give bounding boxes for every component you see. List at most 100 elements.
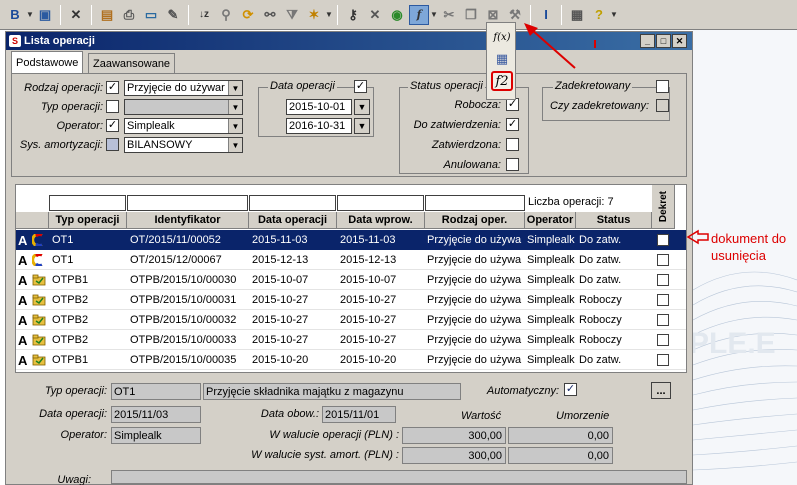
table-row[interactable]: A OT1 OT/2015/11/00052 2015-11-03 2015-11-03… (16, 230, 686, 250)
table-row[interactable]: A OTPB2 OTPB/2015/10/00033 2015-10-27 2015-1… (16, 330, 686, 350)
close-icon[interactable]: ✕ (365, 5, 385, 25)
cell-data-op: 2015-10-20 (252, 354, 309, 366)
chevron-down-icon[interactable]: ▼ (325, 10, 333, 19)
toolbar-separator (561, 4, 562, 25)
czy-zadekretowany-checkbox[interactable] (656, 99, 669, 112)
date-to-input[interactable]: 2016-10-31 (286, 118, 352, 134)
cut-icon[interactable]: ✂ (439, 5, 459, 25)
dekret-checkbox[interactable] (657, 294, 669, 306)
grid-icon[interactable]: ▦ (567, 5, 587, 25)
date-to-picker[interactable]: ▼ (354, 118, 370, 134)
tab-podstawowe[interactable]: Podstawowe (11, 51, 84, 73)
delete-icon[interactable]: ✕ (66, 5, 86, 25)
rodzaj-select[interactable]: Przyjęcie do używar ▼ (124, 80, 243, 96)
date-from-input[interactable]: 2015-10-01 (286, 99, 352, 115)
zadekretowany-checkbox[interactable] (656, 80, 669, 93)
cell-id: OT/2015/11/00052 (130, 234, 221, 246)
zadekretowany-title: Zadekretowany (553, 80, 633, 92)
close-button[interactable]: ✕ (672, 34, 687, 48)
refresh-icon[interactable]: ⟳ (238, 5, 258, 25)
rodzaj-checkbox[interactable]: ✓ (106, 81, 119, 94)
cell-data-wpr: 2015-10-27 (340, 334, 397, 346)
key-icon[interactable]: ⚷ (343, 5, 363, 25)
cell-id: OTPB/2015/10/00035 (130, 354, 237, 366)
filter-typ-input[interactable] (49, 195, 126, 211)
annotation-text-line2: usunięcia (711, 248, 766, 263)
typ-checkbox[interactable] (106, 100, 119, 113)
data-operacji-checkbox[interactable]: ✓ (354, 80, 367, 93)
chevron-down-icon[interactable]: ▼ (610, 10, 618, 19)
automatyczny-checkbox[interactable]: ✓ (564, 383, 577, 396)
header-operator[interactable]: Operator (525, 212, 576, 229)
filter-rodzaj-input[interactable] (425, 195, 525, 211)
operator-checkbox[interactable]: ✓ (106, 119, 119, 132)
anulowana-checkbox[interactable] (506, 158, 519, 171)
uwagi-field[interactable] (111, 470, 687, 484)
cell-rodzaj: Przyjęcie do używa (427, 354, 522, 366)
function-fx-item[interactable]: f(x) (491, 27, 513, 47)
dekret-checkbox[interactable] (657, 254, 669, 266)
header-typ[interactable]: Typ operacji (49, 212, 127, 229)
zatwierdzona-checkbox[interactable] (506, 138, 519, 151)
typ-select[interactable]: ▼ (124, 99, 243, 115)
minimize-button[interactable]: _ (640, 34, 655, 48)
document-icon[interactable]: ▤ (97, 5, 117, 25)
dekret-checkbox[interactable] (657, 354, 669, 366)
dekret-checkbox[interactable] (657, 234, 669, 246)
header-status[interactable]: Status (576, 212, 652, 229)
sys-value: BILANSOWY (127, 139, 193, 151)
export-icon[interactable]: ▭ (141, 5, 161, 25)
new-icon[interactable]: ✶ (304, 5, 324, 25)
more-button[interactable]: ... (651, 382, 671, 399)
cell-operator: Simplealk (527, 294, 575, 306)
dekret-checkbox[interactable] (657, 314, 669, 326)
operation-folder-icon (32, 294, 46, 306)
sort-icon[interactable]: ↓z (194, 5, 214, 25)
pin-icon[interactable]: ⚲ (216, 5, 236, 25)
function-f2-item[interactable]: f2 (491, 71, 513, 91)
header-id[interactable]: Identyfikator (127, 212, 249, 229)
table-row[interactable]: A OTPB2 OTPB/2015/10/00032 2015-10-27 2015-1… (16, 310, 686, 330)
chevron-down-icon[interactable]: ▼ (26, 10, 34, 19)
dekret-checkbox[interactable] (657, 334, 669, 346)
typ-label: Typ operacji: (40, 101, 103, 113)
toolbar-separator (188, 4, 189, 25)
operator-select[interactable]: Simplealk ▼ (124, 118, 243, 134)
header-data-op[interactable]: Data operacji (249, 212, 337, 229)
maximize-button[interactable]: □ (656, 34, 671, 48)
operation-folder-icon (32, 354, 46, 366)
tab-zaawansowane[interactable]: Zaawansowane (88, 53, 176, 73)
copy-icon[interactable]: ❐ (461, 5, 481, 25)
filter-icon[interactable]: ⧩ (282, 5, 302, 25)
function-icon[interactable]: f (409, 4, 429, 25)
filter-data-op-input[interactable] (249, 195, 336, 211)
edit-icon[interactable]: ✎ (163, 5, 183, 25)
save-icon[interactable]: ▣ (35, 5, 55, 25)
text-cursor-icon[interactable]: I (536, 5, 556, 25)
print-icon[interactable]: ⎙ (119, 5, 139, 25)
window-titlebar[interactable]: S Lista operacji _ □ ✕ (6, 32, 692, 50)
waluta-op-umorzenie: 0,00 (508, 427, 613, 444)
header-dekret[interactable]: Dekret (652, 185, 675, 229)
table-row[interactable]: A OTPB1 OTPB/2015/10/00030 2015-10-07 2015-1… (16, 270, 686, 290)
filter-data-wpr-input[interactable] (337, 195, 424, 211)
filter-id-input[interactable] (127, 195, 248, 211)
bold-icon[interactable]: B (5, 5, 25, 25)
table-row[interactable]: A OT1 OT/2015/12/00067 2015-12-13 2015-12-13… (16, 250, 686, 270)
dekret-checkbox[interactable] (657, 274, 669, 286)
waluta-op-label: W walucie operacji (PLN) : (269, 429, 399, 441)
do-zatwierdzenia-checkbox[interactable]: ✓ (506, 118, 519, 131)
grid-menu-item[interactable]: ▦ (491, 49, 513, 69)
sys-checkbox[interactable] (106, 138, 119, 151)
date-from-picker[interactable]: ▼ (354, 99, 370, 115)
binoculars-icon[interactable]: ⚯ (260, 5, 280, 25)
sys-select[interactable]: BILANSOWY ▼ (124, 137, 243, 153)
header-rodzaj[interactable]: Rodzaj oper. (425, 212, 525, 229)
chevron-down-icon: ▼ (228, 100, 242, 114)
accept-icon[interactable]: ◉ (387, 5, 407, 25)
help-icon[interactable]: ? (589, 5, 609, 25)
header-data-wpr[interactable]: Data wprow. (337, 212, 425, 229)
table-row[interactable]: A OTPB1 OTPB/2015/10/00035 2015-10-20 2015-1… (16, 350, 686, 370)
chevron-down-icon[interactable]: ▼ (430, 10, 438, 19)
table-row[interactable]: A OTPB2 OTPB/2015/10/00031 2015-10-27 2015-1… (16, 290, 686, 310)
